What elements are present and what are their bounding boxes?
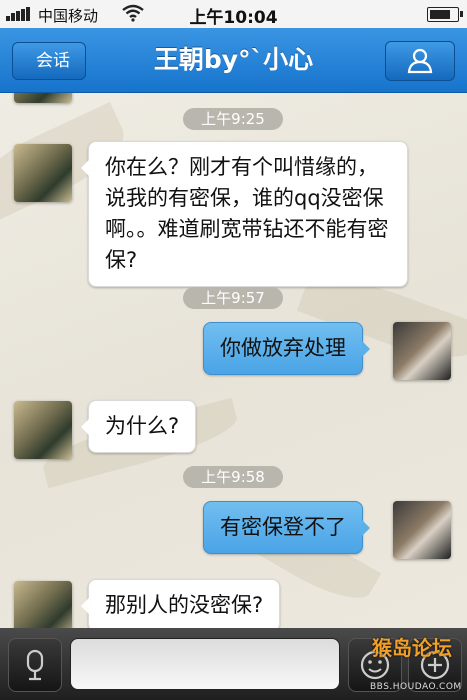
battery-icon: [427, 7, 463, 22]
contact-avatar[interactable]: [14, 401, 72, 459]
my-avatar[interactable]: [393, 501, 451, 559]
back-button-label: 会话: [36, 51, 70, 71]
outgoing-message-bubble[interactable]: 你做放弃处理: [203, 322, 370, 375]
watermark-url: BBS.HOUDAO.COM: [370, 682, 462, 692]
chat-message-list[interactable]: 上午9:25 你在么？刚才有个叫惜缘的，说我的有密保，谁的qq没密保啊。。难道刷…: [0, 93, 467, 628]
incoming-message-bubble[interactable]: 你在么？刚才有个叫惜缘的，说我的有密保，谁的qq没密保啊。。难道刷宽带钻还不能有…: [81, 141, 408, 287]
watermark-logo: 猴岛论坛: [372, 636, 452, 660]
my-avatar[interactable]: [393, 322, 451, 380]
navigation-bar: 会话 王朝by°ˋ小心: [0, 28, 467, 93]
timestamp: 上午9:25: [183, 108, 283, 130]
incoming-message-bubble[interactable]: 为什么?: [80, 400, 197, 453]
timestamp: 上午9:57: [183, 287, 283, 309]
person-icon: [407, 48, 433, 74]
back-to-conversations-button[interactable]: 会话: [12, 42, 86, 80]
contact-avatar[interactable]: [14, 581, 72, 628]
contact-avatar[interactable]: [14, 144, 72, 202]
status-time: 上午10:04: [189, 8, 278, 28]
contact-avatar[interactable]: [14, 93, 72, 103]
contact-profile-button[interactable]: [385, 41, 455, 81]
message-text-input[interactable]: [70, 638, 340, 690]
microphone-icon: [26, 649, 44, 681]
incoming-message-bubble[interactable]: 那别人的没密保?: [80, 579, 281, 628]
outgoing-message-bubble[interactable]: 有密保登不了: [203, 501, 370, 554]
chat-title: 王朝by°ˋ小心: [153, 45, 314, 74]
timestamp: 上午9:58: [183, 466, 283, 488]
status-bar: 中国移动 上午10:04: [0, 0, 467, 28]
voice-input-button[interactable]: [8, 638, 62, 692]
